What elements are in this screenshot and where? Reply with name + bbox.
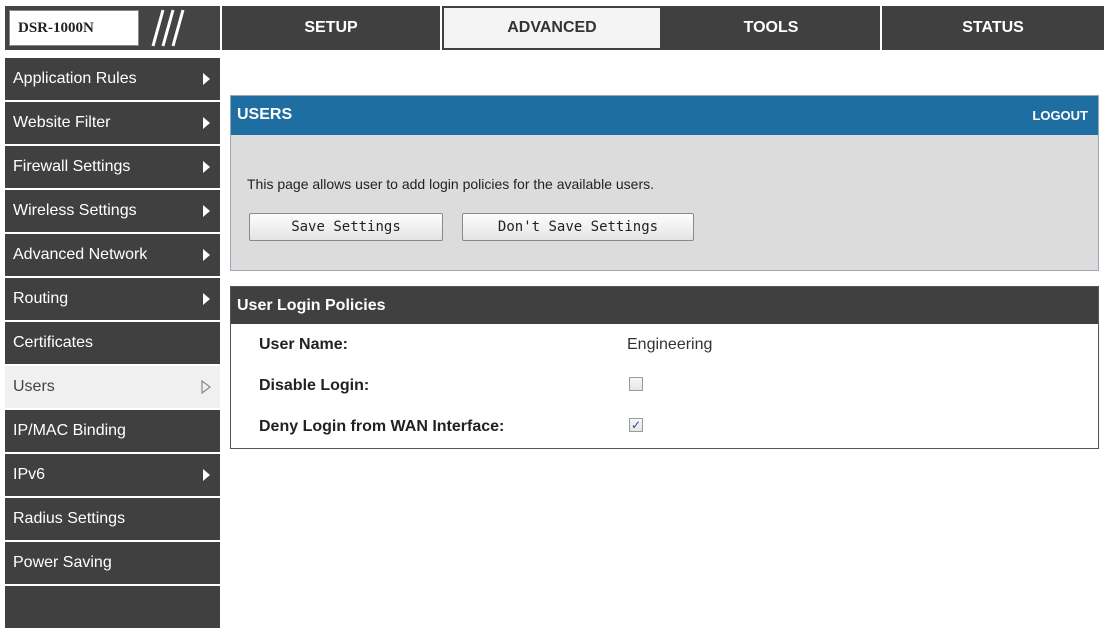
arrow-right-outline-icon (201, 379, 211, 395)
user-login-policies-panel: User Login Policies User Name: Engineeri… (230, 286, 1099, 449)
sidebar-item-label: Wireless Settings (13, 202, 137, 219)
arrow-right-icon (203, 469, 210, 481)
sidebar-item-certificates[interactable]: Certificates (5, 322, 220, 366)
user-name-value: Engineering (627, 336, 713, 353)
save-settings-button[interactable]: Save Settings (249, 213, 443, 241)
arrow-right-icon (203, 117, 210, 129)
sidebar-item-website-filter[interactable]: Website Filter (5, 102, 220, 146)
sidebar-item-wireless-settings[interactable]: Wireless Settings (5, 190, 220, 234)
arrow-right-icon (203, 249, 210, 261)
deny-wan-login-row: Deny Login from WAN Interface: ✓ (231, 408, 1098, 448)
sidebar-item-label: Firewall Settings (13, 158, 131, 175)
sidebar-item-ipv6[interactable]: IPv6 (5, 454, 220, 498)
sidebar-item-label: Power Saving (13, 554, 112, 571)
sidebar-item-label: Website Filter (13, 114, 111, 131)
tab-setup[interactable]: SETUP (222, 6, 442, 50)
arrow-right-icon (203, 293, 210, 305)
checkmark-icon: ✓ (631, 418, 642, 432)
tab-tools[interactable]: TOOLS (662, 6, 882, 50)
arrow-right-icon (203, 161, 210, 173)
sidebar-item-firewall-settings[interactable]: Firewall Settings (5, 146, 220, 190)
deny-wan-login-checkbox[interactable]: ✓ (629, 418, 643, 432)
users-panel: USERS LOGOUT This page allows user to ad… (230, 95, 1099, 271)
sidebar-item-label: IP/MAC Binding (13, 422, 126, 439)
sidebar-item-users[interactable]: Users (5, 366, 220, 410)
user-name-label: User Name: (259, 336, 348, 353)
sidebar-item-label: Advanced Network (13, 246, 148, 263)
arrow-right-icon (203, 205, 210, 217)
sidebar-item-power-saving[interactable]: Power Saving (5, 542, 220, 586)
sidebar-item-label: Users (13, 378, 55, 395)
arrow-right-icon (203, 73, 210, 85)
sidebar-item-label: Certificates (13, 334, 94, 351)
deny-wan-login-label: Deny Login from WAN Interface: (259, 418, 505, 435)
model-label: DSR-1000N (9, 10, 139, 46)
disable-login-label: Disable Login: (259, 377, 370, 394)
sidebar-item-label: Routing (13, 290, 69, 307)
page-title: USERS (237, 106, 293, 123)
sidebar-item-label: IPv6 (13, 466, 46, 483)
sidebar-item-advanced-network[interactable]: Advanced Network (5, 234, 220, 278)
sidebar-item-radius-settings[interactable]: Radius Settings (5, 498, 220, 542)
sidebar-item-label: Radius Settings (13, 510, 126, 527)
tab-status[interactable]: STATUS (882, 6, 1104, 50)
users-panel-header: USERS LOGOUT (231, 96, 1098, 135)
sidebar: Application Rules Website Filter Firewal… (5, 58, 220, 628)
sidebar-item-routing[interactable]: Routing (5, 278, 220, 322)
dont-save-settings-button[interactable]: Don't Save Settings (462, 213, 694, 241)
disable-login-checkbox[interactable] (629, 377, 643, 391)
slash-logo-icon (151, 9, 185, 47)
section-title: User Login Policies (231, 287, 1098, 324)
disable-login-row: Disable Login: (231, 367, 1098, 407)
top-bar: DSR-1000N SETUP ADVANCED TOOLS STATUS (0, 0, 1104, 56)
main-tabs: SETUP ADVANCED TOOLS STATUS (222, 6, 1104, 50)
sidebar-item-ip-mac-binding[interactable]: IP/MAC Binding (5, 410, 220, 454)
page-description: This page allows user to add login polic… (247, 176, 655, 192)
brand-logo: DSR-1000N (5, 6, 220, 50)
logout-link[interactable]: LOGOUT (1032, 108, 1088, 123)
sidebar-item-application-rules[interactable]: Application Rules (5, 58, 220, 102)
user-name-row: User Name: Engineering (231, 326, 1098, 366)
sidebar-item-label: Application Rules (13, 70, 137, 87)
tab-advanced[interactable]: ADVANCED (442, 6, 662, 50)
